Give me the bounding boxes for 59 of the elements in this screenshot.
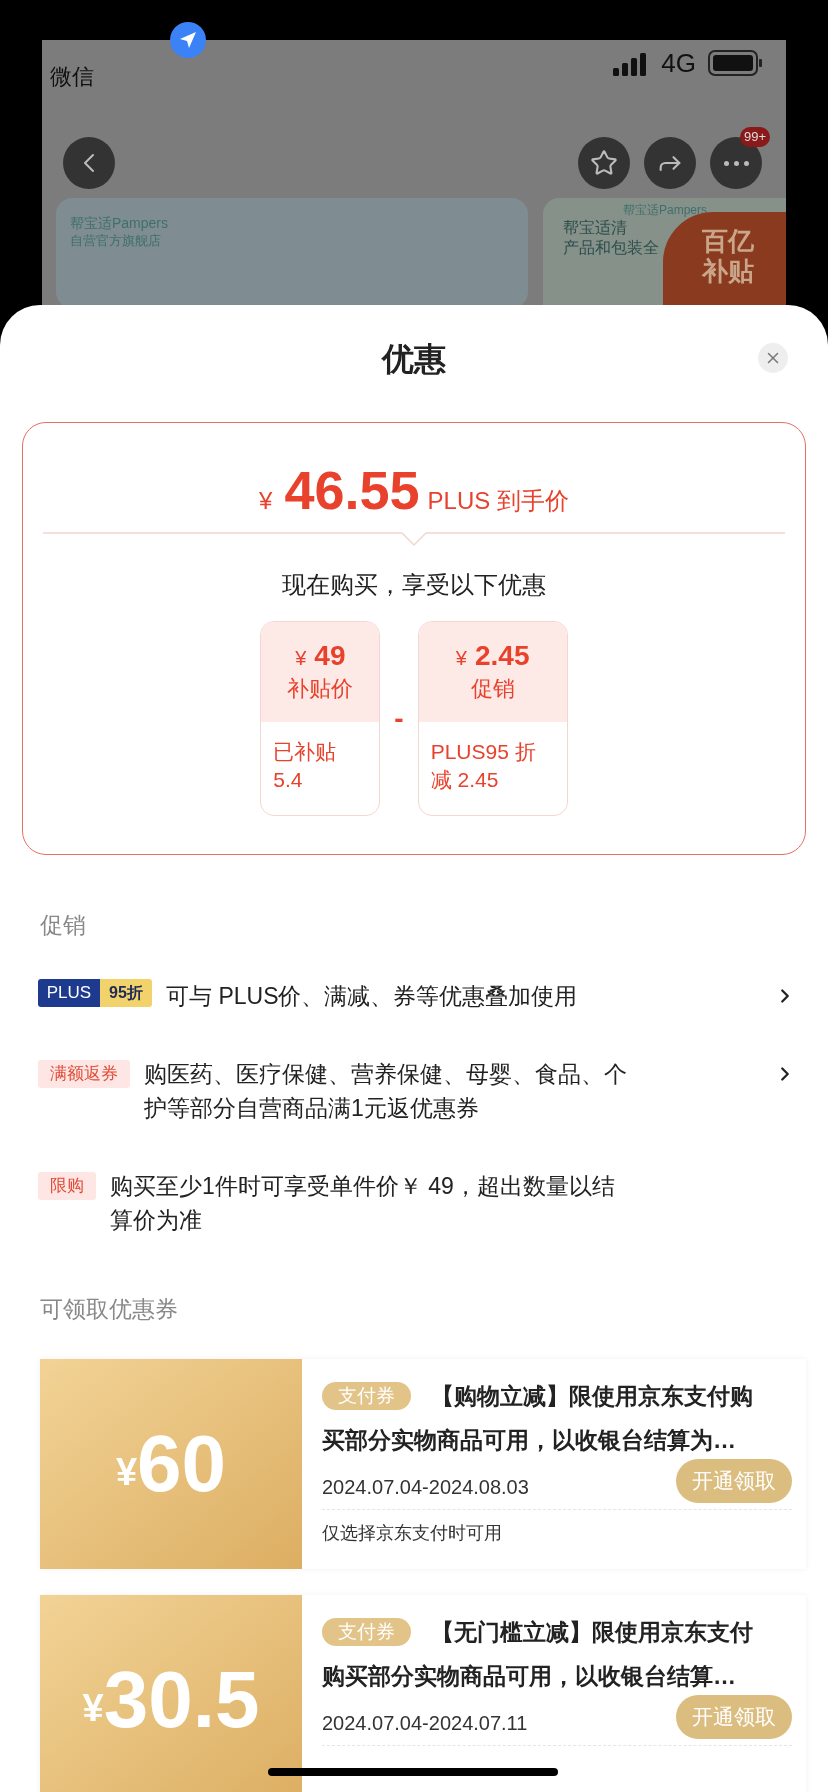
breakdown-label: 促销 — [470, 675, 515, 703]
coupon-title: 买部分实物商品可用，以收银台结算为… — [322, 1426, 737, 1455]
breakdown-label: 补贴价 — [287, 675, 354, 703]
sticker-text: 百亿 — [702, 226, 754, 256]
currency-symbol: ¥ — [455, 646, 467, 671]
promo-tag: 限购 — [38, 1172, 96, 1200]
breakdown-note: 减 2.45 — [430, 767, 500, 793]
price-label: PLUS 到手价 — [427, 486, 569, 516]
minus-sign: - — [394, 701, 404, 736]
promo-text: 可与 PLUS价、满减、券等优惠叠加使用 — [166, 982, 579, 1011]
claim-button[interactable]: 开通领取 — [676, 1459, 792, 1503]
back-button[interactable] — [63, 137, 115, 189]
promo-text: 购买至少1件时可享受单件价￥ 49，超出数量以结 — [110, 1172, 616, 1201]
banner-text: 帮宝适清 — [563, 218, 627, 238]
battery-icon — [708, 50, 762, 76]
claim-button[interactable]: 开通领取 — [676, 1695, 792, 1739]
section-title: 促销 — [40, 912, 86, 938]
currency-symbol: ¥ — [115, 1450, 138, 1495]
banner-text: 产品和包装全 — [563, 238, 659, 258]
star-icon — [590, 149, 618, 177]
subtitle: 现在购买，享受以下优惠 — [282, 570, 546, 600]
favorite-button[interactable] — [578, 137, 630, 189]
promo-text: 护等部分自营商品满1元返优惠券 — [144, 1094, 480, 1123]
share-button[interactable] — [644, 137, 696, 189]
location-icon — [170, 22, 206, 58]
sticker-text: 补贴 — [702, 256, 754, 286]
breakdown-note: PLUS95 折 — [430, 739, 537, 765]
banner-brand: 帮宝适Pampers — [623, 202, 708, 218]
sheet-title: 优惠 — [382, 341, 446, 377]
currency-symbol: ¥ — [82, 1686, 104, 1731]
close-button[interactable] — [758, 343, 788, 373]
promo-text: 购医药、医疗保健、营养保健、母婴、食品、个 — [144, 1060, 628, 1089]
breakdown-note: 已补贴 — [273, 739, 338, 765]
back-app-label[interactable]: 微信 — [50, 62, 94, 92]
promo-text: 算价为准 — [110, 1206, 203, 1235]
banner-store: 自营官方旗舰店 — [70, 232, 162, 250]
section-title: 可领取优惠券 — [40, 1296, 178, 1322]
breakdown-amount: 2.45 — [474, 639, 530, 673]
final-price: 46.55 — [284, 459, 420, 521]
coupon-tag: 支付券 — [322, 1618, 411, 1646]
coupon-title: 【购物立减】限使用京东支付购 — [431, 1382, 753, 1411]
coupon-amount: 30.5 — [103, 1655, 260, 1745]
banner-brand: 帮宝适Pampers — [70, 214, 170, 232]
network-label: 4G — [661, 48, 696, 78]
coupon-title: 购买部分实物商品可用，以收银台结算… — [322, 1662, 737, 1691]
currency-symbol: ¥ — [295, 646, 307, 671]
breakdown-amount: 49 — [314, 639, 346, 673]
coupon-date: 2024.07.04-2024.07.11 — [322, 1711, 528, 1736]
coupon-title: 【无门槛立减】限使用京东支付 — [431, 1618, 753, 1647]
coupon-amount: 60 — [137, 1419, 227, 1509]
currency-symbol: ¥ — [259, 486, 273, 516]
coupon-note: 仅选择京东支付时可用 — [322, 1522, 503, 1545]
promo-tag: 满额返券 — [38, 1060, 130, 1088]
promo-banner[interactable]: 帮宝适Pampers 帮宝适清 产品和包装全 百亿 补贴 — [543, 198, 786, 305]
breakdown-note: 5.4 — [273, 767, 304, 793]
notification-badge: 99+ — [739, 127, 770, 147]
coupon-tag: 支付券 — [322, 1382, 411, 1410]
coupon-date: 2024.07.04-2024.08.03 — [322, 1475, 529, 1500]
store-banner[interactable]: 帮宝适Pampers 自营官方旗舰店 — [56, 198, 528, 305]
